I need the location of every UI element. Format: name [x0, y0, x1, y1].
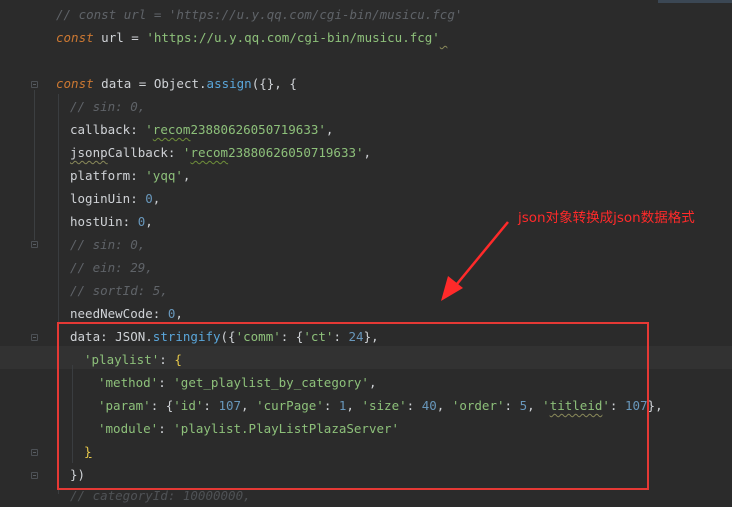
annotation-arrow: [441, 221, 509, 301]
annotation-label: json对象转换成json数据格式: [518, 210, 695, 226]
